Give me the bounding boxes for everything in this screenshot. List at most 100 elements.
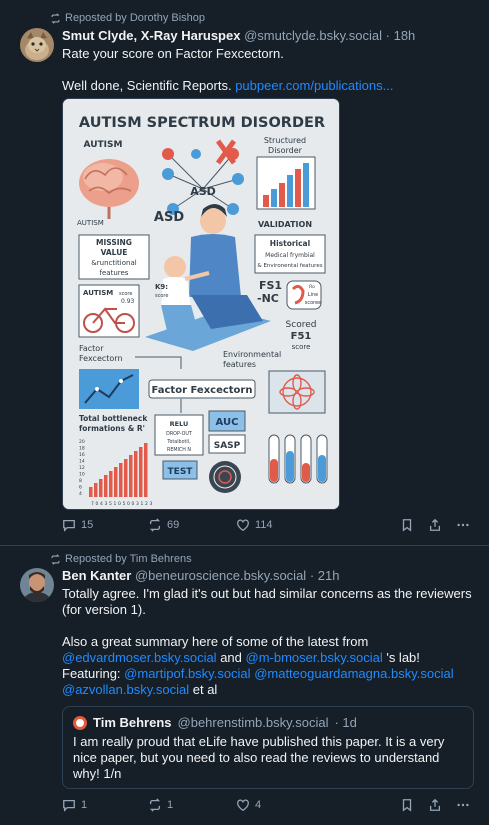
quoted-text: I am really proud that eLife have publis…: [73, 734, 445, 781]
factor-main-label: Factor Fexcectorn: [152, 385, 253, 396]
histogram-bar: [89, 487, 93, 497]
reply-count: 1: [81, 799, 88, 811]
post-actions: 1 1 4: [62, 796, 471, 814]
mention-link[interactable]: @martipof.bsky.social: [124, 666, 250, 681]
svg-text:Totalbotil,: Totalbotil,: [166, 439, 191, 445]
histogram-bar: [94, 483, 98, 497]
histogram-bar: [104, 475, 108, 497]
svg-text:VALUE: VALUE: [101, 248, 128, 257]
histogram-x-tick: 7: [91, 501, 94, 507]
histogram-x-tick: 0: [118, 501, 121, 507]
author-name[interactable]: Ben Kanter: [62, 568, 131, 583]
share-icon: [429, 798, 441, 811]
histogram-y-tick: 4: [79, 491, 82, 497]
repost-icon: [149, 798, 161, 812]
svg-text:Scored: Scored: [286, 320, 317, 330]
more-icon: [457, 803, 469, 807]
repost-indicator: Reposted by Tim Behrens: [50, 553, 192, 565]
svg-text:score: score: [119, 291, 132, 297]
bookmark-button[interactable]: [400, 798, 428, 812]
reply-button[interactable]: 15: [62, 518, 148, 532]
post-content: Smut Clyde, X-Ray Haruspex @smutclyde.bs…: [62, 28, 477, 94]
reply-icon: [63, 799, 75, 812]
svg-text:features: features: [100, 269, 129, 277]
quoted-avatar[interactable]: [73, 715, 87, 730]
reply-icon: [63, 519, 75, 532]
reply-button[interactable]: 1: [62, 798, 148, 812]
svg-text:REMICH N: REMICH N: [167, 447, 191, 453]
like-button[interactable]: 4: [236, 798, 400, 812]
feed-post[interactable]: Reposted by Dorothy Bishop Smut Clyde, X…: [0, 0, 489, 546]
repost-button[interactable]: 69: [148, 518, 236, 532]
svg-text:AUC: AUC: [216, 417, 239, 428]
external-link[interactable]: pubpeer.com/publications...: [235, 78, 393, 93]
bookmark-button[interactable]: [400, 518, 428, 532]
histogram-bar: [124, 459, 128, 497]
quoted-post[interactable]: Tim Behrens @behrenstimb.bsky.social · 1…: [62, 706, 474, 789]
repost-count: 1: [167, 799, 174, 811]
share-button[interactable]: [428, 518, 456, 532]
svg-text:F51: F51: [291, 331, 312, 342]
svg-text:SASP: SASP: [214, 441, 241, 451]
post-actions: 15 69 114: [62, 516, 471, 534]
post-header: Ben Kanter @beneuroscience.bsky.social ·…: [62, 568, 477, 584]
histogram-bar: [109, 471, 113, 497]
svg-text:AUTISM: AUTISM: [84, 140, 123, 150]
post-time[interactable]: · 21h: [310, 568, 340, 583]
share-button[interactable]: [428, 798, 456, 812]
svg-text:&runctitional: &runctitional: [91, 259, 136, 267]
more-options-button[interactable]: [456, 518, 470, 532]
bookmark-icon: [402, 519, 412, 532]
quoted-post-header: Tim Behrens @behrenstimb.bsky.social · 1…: [73, 715, 463, 730]
author-handle[interactable]: @smutclyde.bsky.social: [244, 28, 382, 43]
svg-text:scoree: scoree: [305, 300, 322, 306]
repost-button[interactable]: 1: [148, 798, 236, 812]
svg-text:MISSING: MISSING: [96, 238, 132, 247]
mention-link[interactable]: @azvollan.bsky.social: [62, 682, 189, 697]
repost-count: 69: [167, 519, 180, 531]
mention-link[interactable]: @matteoguardamagna.bsky.social: [254, 666, 453, 681]
histogram-x-tick: 3: [150, 501, 153, 507]
svg-text:Historical: Historical: [270, 239, 310, 248]
histogram-y-tick: 6: [79, 485, 82, 491]
post-header: Smut Clyde, X-Ray Haruspex @smutclyde.bs…: [62, 28, 477, 44]
svg-text:Fexcectorn: Fexcectorn: [79, 354, 123, 363]
mention-link[interactable]: @edvardmoser.bsky.social: [62, 650, 217, 665]
more-options-button[interactable]: [456, 798, 470, 812]
histogram-y-tick: 10: [79, 472, 85, 478]
svg-text:Environmental: Environmental: [223, 350, 281, 359]
author-handle[interactable]: @beneuroscience.bsky.social: [135, 568, 306, 583]
mention-link[interactable]: @m-bmoser.bsky.social: [246, 650, 383, 665]
histogram-x-tick: 3: [105, 501, 108, 507]
avatar[interactable]: [20, 28, 54, 62]
like-button[interactable]: 114: [236, 518, 400, 532]
quoted-author-name[interactable]: Tim Behrens: [93, 715, 172, 730]
post-text-line: Rate your score on Factor Fexcectorn.: [62, 46, 284, 61]
quoted-author-handle[interactable]: @behrenstimb.bsky.social: [178, 715, 329, 730]
svg-text:score: score: [155, 293, 168, 299]
histogram-bar: [99, 479, 103, 497]
target-icon: [209, 461, 241, 493]
repost-icon: [51, 553, 60, 565]
svg-text:score: score: [292, 343, 311, 351]
text-fragment: et al: [189, 682, 218, 697]
svg-text:Ro: Ro: [309, 284, 315, 290]
feed-post[interactable]: Reposted by Tim Behrens Ben Kanter @bene…: [0, 546, 489, 825]
post-time[interactable]: · 18h: [386, 28, 416, 43]
svg-text:Factor: Factor: [79, 344, 104, 353]
histogram-x-tick: 1: [114, 501, 117, 507]
histogram-x-tick: 0: [132, 501, 135, 507]
svg-text:ASD: ASD: [154, 210, 184, 225]
svg-text:RELU: RELU: [170, 420, 189, 428]
post-text: Rate your score on Factor Fexcectorn. We…: [62, 46, 477, 94]
post-image[interactable]: AUTISM SPECTRUM DISORDER AUTISM AUTISM A…: [62, 98, 340, 510]
reply-count: 15: [81, 519, 94, 531]
repost-label[interactable]: Reposted by Dorothy Bishop: [65, 12, 205, 24]
svg-text:formations & R': formations & R': [79, 424, 145, 433]
histogram-y-tick: 18: [79, 446, 85, 452]
repost-label[interactable]: Reposted by Tim Behrens: [65, 553, 192, 565]
author-name[interactable]: Smut Clyde, X-Ray Haruspex: [62, 28, 240, 43]
svg-text:& Environental features: & Environental features: [257, 263, 322, 269]
avatar[interactable]: [20, 568, 54, 602]
histogram-x-tick: 5: [123, 501, 126, 507]
